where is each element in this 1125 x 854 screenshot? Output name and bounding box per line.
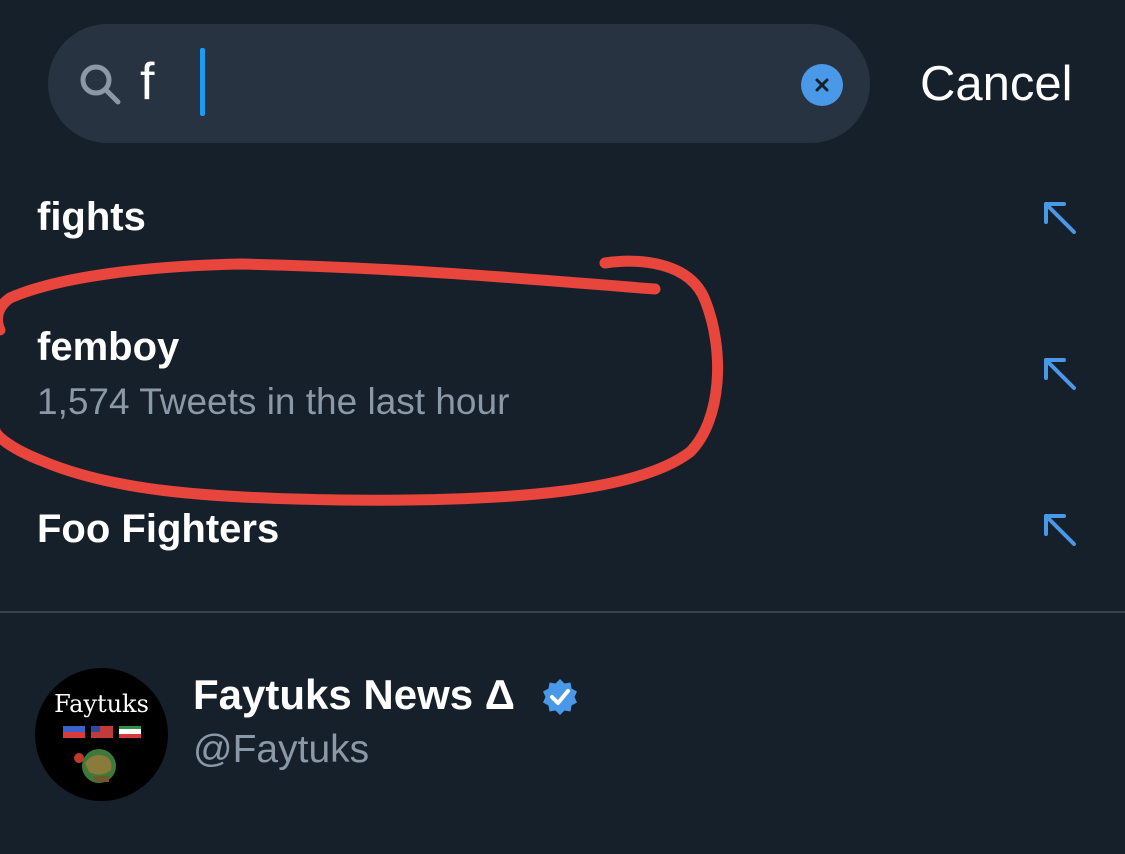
account-name: Faytuks News Δ [193,671,515,718]
avatar-flags-graphic [63,726,141,783]
account-result[interactable]: Faytuks Faytuks News Δ @Faytuks [0,613,1125,854]
search-input[interactable]: f [140,52,154,112]
search-suggestion-femboy[interactable]: femboy 1,574 Tweets in the last hour [0,318,1125,438]
cancel-button[interactable]: Cancel [920,55,1073,113]
account-handle: @Faytuks [193,728,370,771]
arrow-up-left-icon[interactable] [1040,198,1080,238]
search-icon [80,64,121,105]
avatar[interactable]: Faytuks [35,668,168,801]
search-bar[interactable]: f [48,24,870,143]
suggestion-label: fights [37,195,146,239]
clear-search-button[interactable] [801,64,843,106]
text-cursor [200,48,205,116]
suggestion-label: Foo Fighters [37,507,280,551]
suggestion-subtitle: 1,574 Tweets in the last hour [37,381,510,422]
search-suggestion-fights[interactable]: fights [0,190,1125,260]
suggestion-label: femboy [37,325,180,369]
arrow-up-left-icon[interactable] [1040,354,1080,394]
verified-badge-icon [543,679,577,715]
x-circle-icon [815,78,829,92]
search-suggestion-foo-fighters[interactable]: Foo Fighters [0,502,1125,572]
arrow-up-left-icon[interactable] [1040,510,1080,550]
